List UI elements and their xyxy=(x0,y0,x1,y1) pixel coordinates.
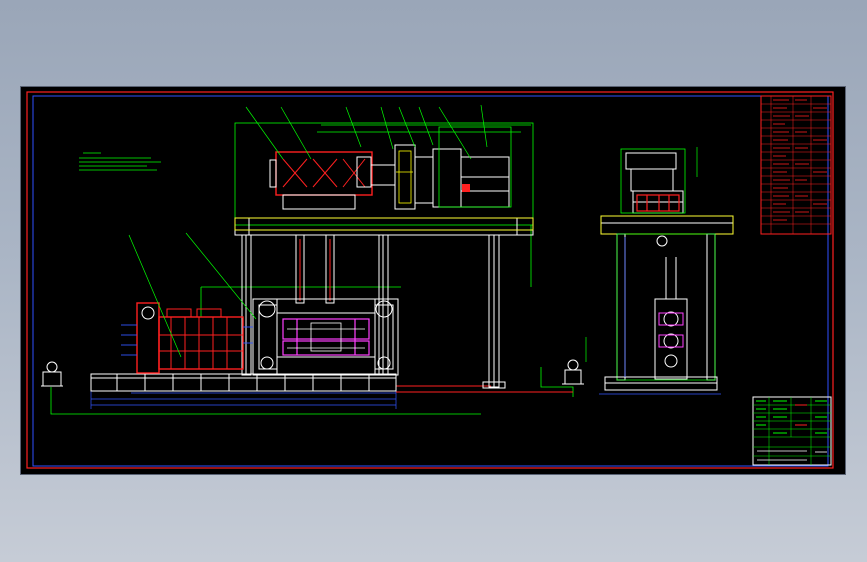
side-platform xyxy=(600,215,734,235)
top-motor xyxy=(269,151,373,210)
top-drive-train xyxy=(370,144,510,210)
platform-yellow-band xyxy=(234,217,534,231)
cad-drawing-sheet xyxy=(21,87,845,474)
side-mill-magenta xyxy=(658,312,684,348)
bearing-chock-icon xyxy=(258,300,276,318)
upper-platform xyxy=(234,217,534,236)
support-columns xyxy=(241,234,506,389)
motor-terminal-box xyxy=(462,184,470,192)
side-mill-stand xyxy=(654,235,688,380)
bearing-chocks xyxy=(258,300,393,370)
title-block xyxy=(752,396,832,466)
base-frame xyxy=(90,373,397,392)
left-wheel-stop xyxy=(41,361,63,387)
spindles xyxy=(295,234,335,304)
technical-notes-block xyxy=(79,152,161,171)
left-roller-table xyxy=(121,302,253,374)
inner-border xyxy=(32,95,829,467)
parts-list-table xyxy=(760,95,832,235)
side-motor-red xyxy=(636,194,680,212)
rolls-magenta xyxy=(282,318,370,356)
side-view xyxy=(599,148,734,395)
main-front-view xyxy=(41,104,698,415)
right-wheel-stop xyxy=(562,359,584,385)
side-platform-yellow xyxy=(600,215,734,235)
side-top-motor xyxy=(625,152,684,214)
rolling-mill-assembly-drawing xyxy=(26,91,834,469)
dimension-lines-bottom xyxy=(90,387,397,409)
rolls-white-detail xyxy=(287,322,365,352)
drive-train-yellow-detail xyxy=(396,150,413,204)
drive-motor-outline xyxy=(438,126,512,208)
